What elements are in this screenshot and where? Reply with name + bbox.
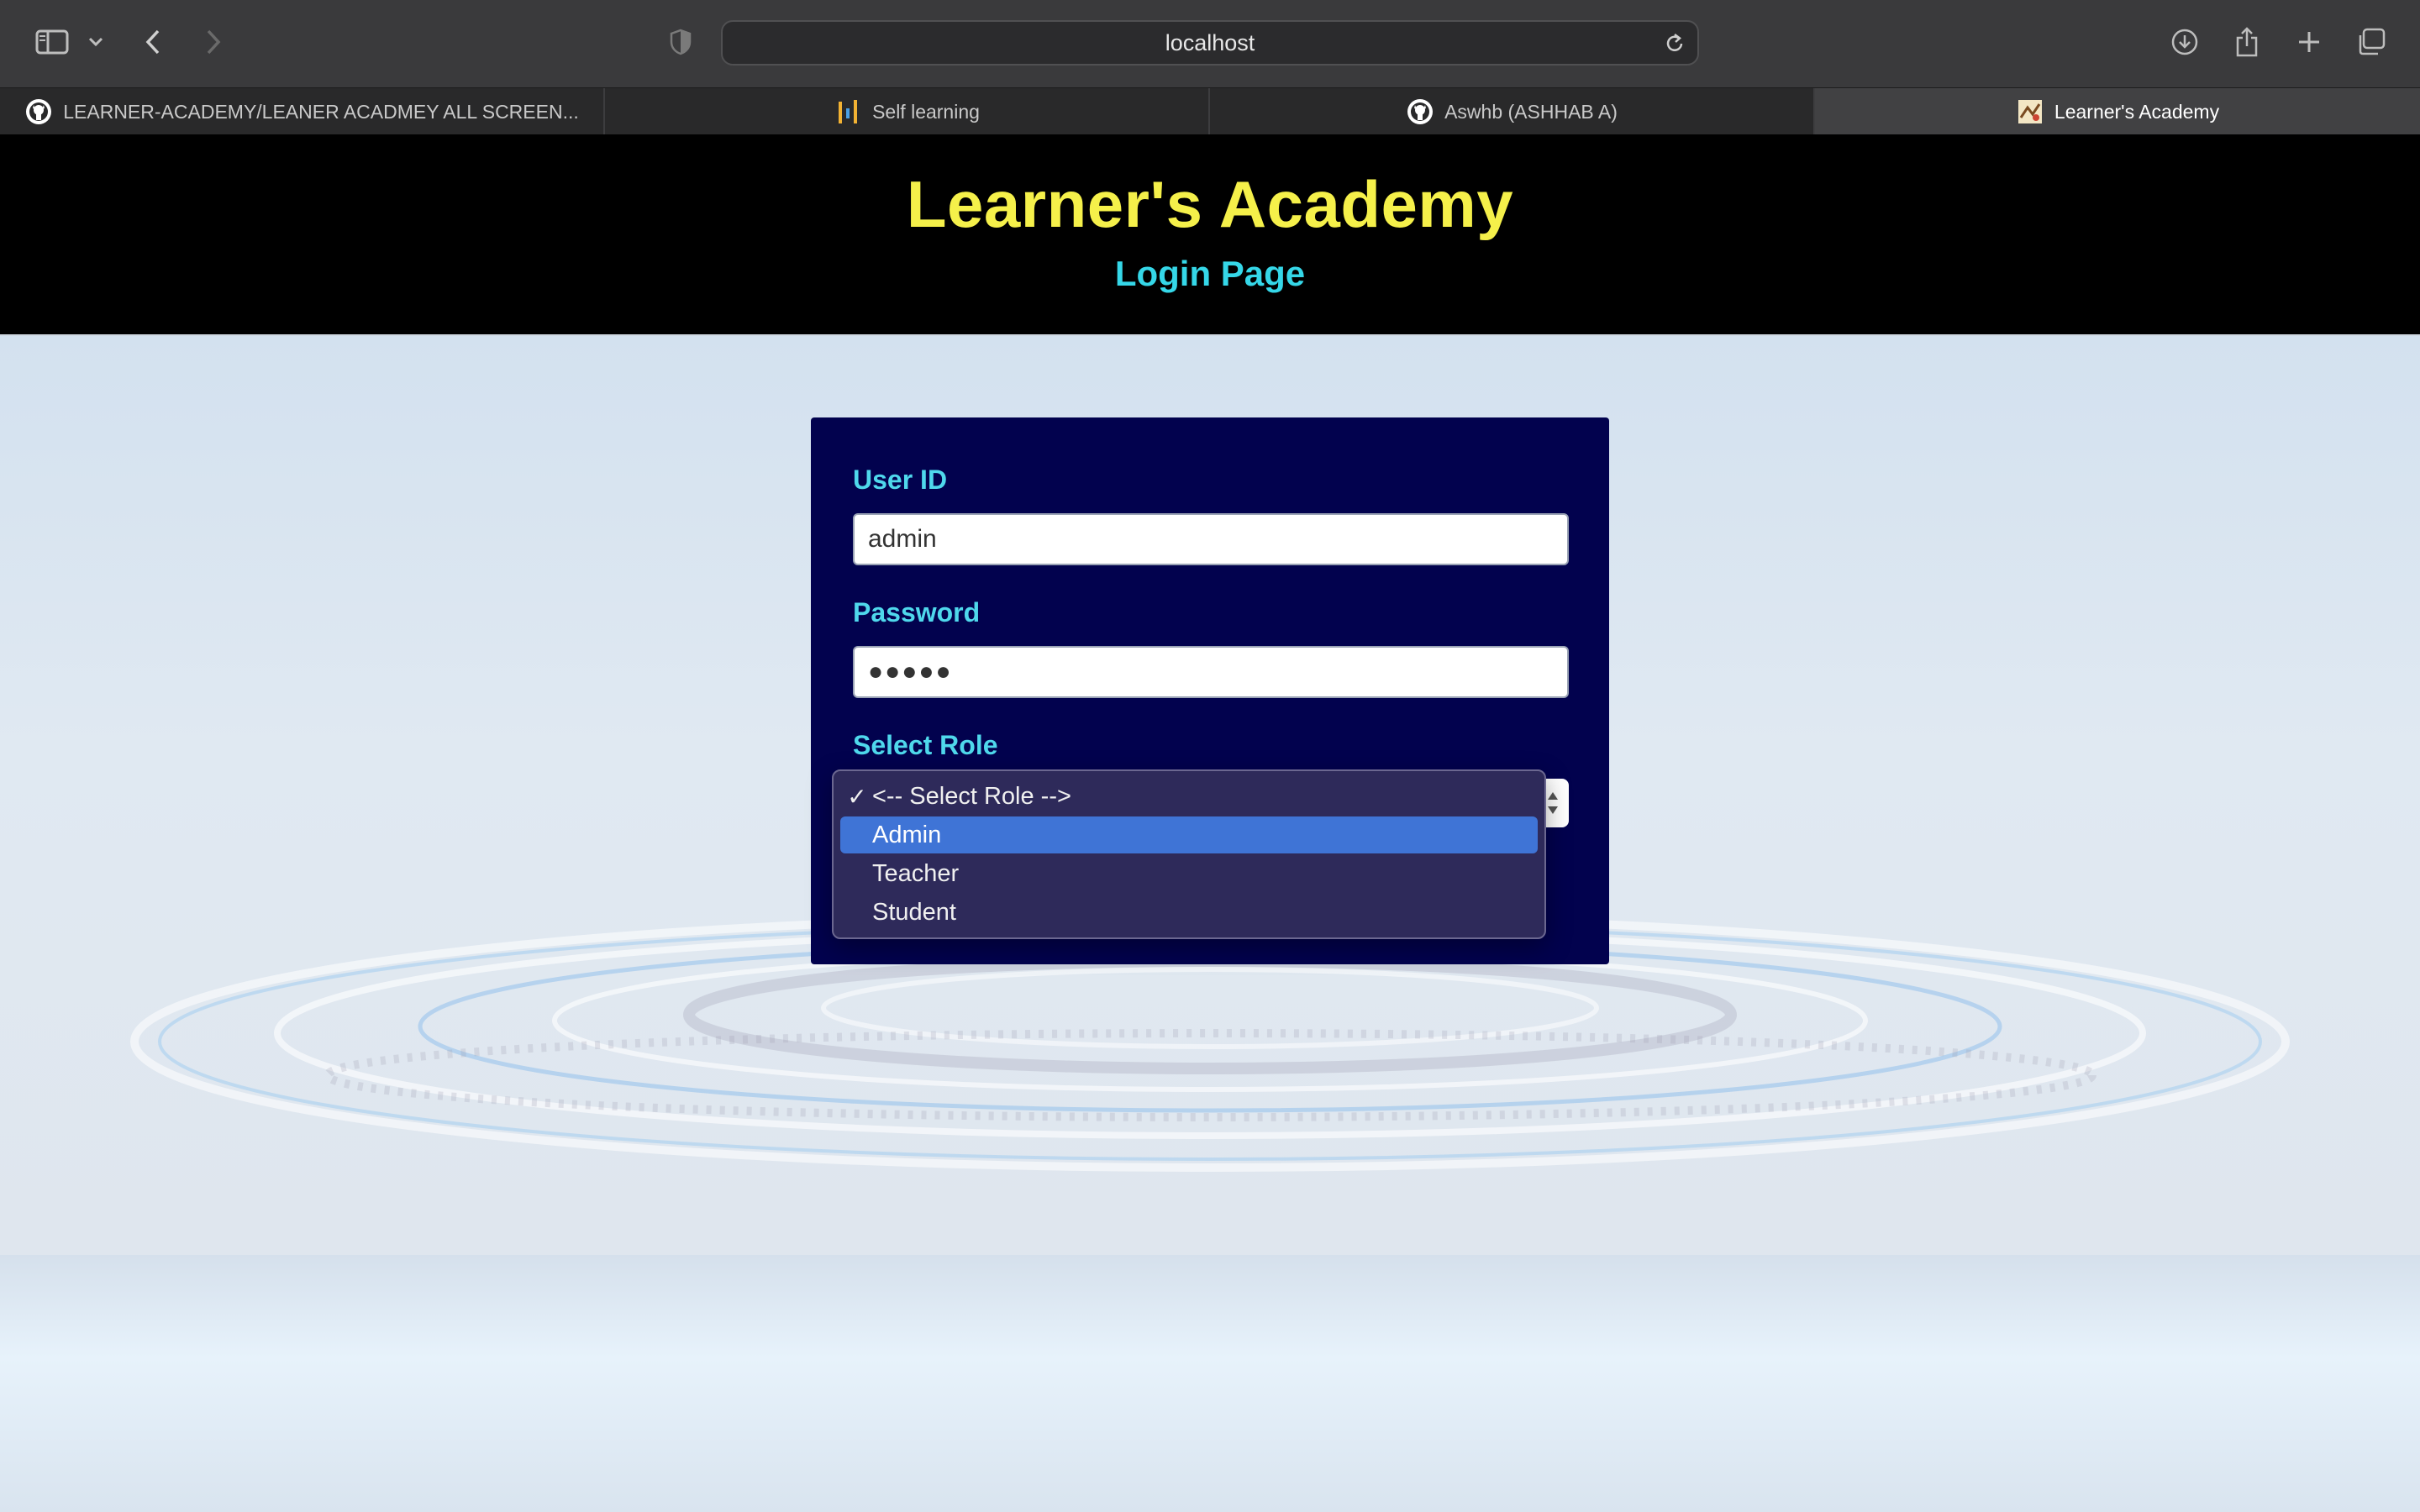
role-option-teacher[interactable]: Teacher (840, 855, 1538, 892)
option-label: <-- Select Role --> (872, 782, 1071, 810)
address-text: localhost (1165, 29, 1255, 55)
user-id-label: User ID (853, 465, 948, 495)
role-option-admin[interactable]: Admin (840, 816, 1538, 853)
back-icon[interactable] (138, 18, 168, 66)
page-header: Learner's Academy Login Page (0, 134, 2420, 336)
role-label: Select Role (853, 730, 998, 760)
page-subtitle: Login Page (1114, 254, 1306, 293)
tab-learners-academy[interactable]: Learner's Academy (1815, 88, 2420, 135)
address-bar[interactable]: localhost (721, 20, 1699, 66)
new-tab-icon[interactable] (2292, 18, 2326, 66)
role-option-placeholder[interactable]: ✓ <-- Select Role --> (840, 778, 1538, 815)
page-footer-area (0, 1255, 2420, 1512)
tab-label: LEARNER-ACADEMY/LEANER ACADMEY ALL SCREE… (63, 100, 579, 123)
option-label: Admin (872, 821, 942, 848)
option-label: Teacher (872, 859, 960, 887)
tab-bar: LEARNER-ACADEMY/LEANER ACADMEY ALL SCREE… (0, 87, 2420, 135)
tab-label: Learner's Academy (2054, 100, 2220, 123)
password-label: Password (853, 597, 981, 627)
tab-label: Self learning (872, 100, 980, 123)
tab-github-profile[interactable]: Aswhb (ASHHAB A) (1210, 88, 1815, 135)
site-favicon (2016, 97, 2044, 126)
role-option-student[interactable]: Student (840, 894, 1538, 931)
checkmark-icon: ✓ (847, 783, 867, 810)
tab-label: Aswhb (ASHHAB A) (1444, 100, 1618, 123)
privacy-shield-icon[interactable] (666, 18, 696, 66)
page-title: Learner's Academy (906, 167, 1514, 241)
user-id-input[interactable] (853, 513, 1569, 565)
sidebar-toggle-icon[interactable] (32, 18, 72, 66)
password-input[interactable] (853, 646, 1569, 698)
github-icon (1406, 97, 1434, 126)
reload-icon[interactable] (1664, 32, 1686, 60)
tab-self-learning[interactable]: Self learning (605, 88, 1210, 135)
github-icon (24, 97, 53, 126)
option-label: Student (872, 898, 956, 926)
share-icon[interactable] (2230, 18, 2264, 66)
bar-chart-icon (834, 97, 862, 126)
role-dropdown-menu: ✓ <-- Select Role --> Admin Teacher Stud… (832, 769, 1546, 939)
tab-github-repo[interactable]: LEARNER-ACADEMY/LEANER ACADMEY ALL SCREE… (0, 88, 605, 135)
chevron-down-icon[interactable] (84, 18, 108, 66)
select-arrows-icon (1548, 792, 1558, 814)
browser-toolbar: localhost (0, 0, 2420, 87)
forward-icon[interactable] (198, 18, 229, 66)
download-icon[interactable] (2168, 18, 2202, 66)
tab-overview-icon[interactable] (2354, 18, 2388, 66)
